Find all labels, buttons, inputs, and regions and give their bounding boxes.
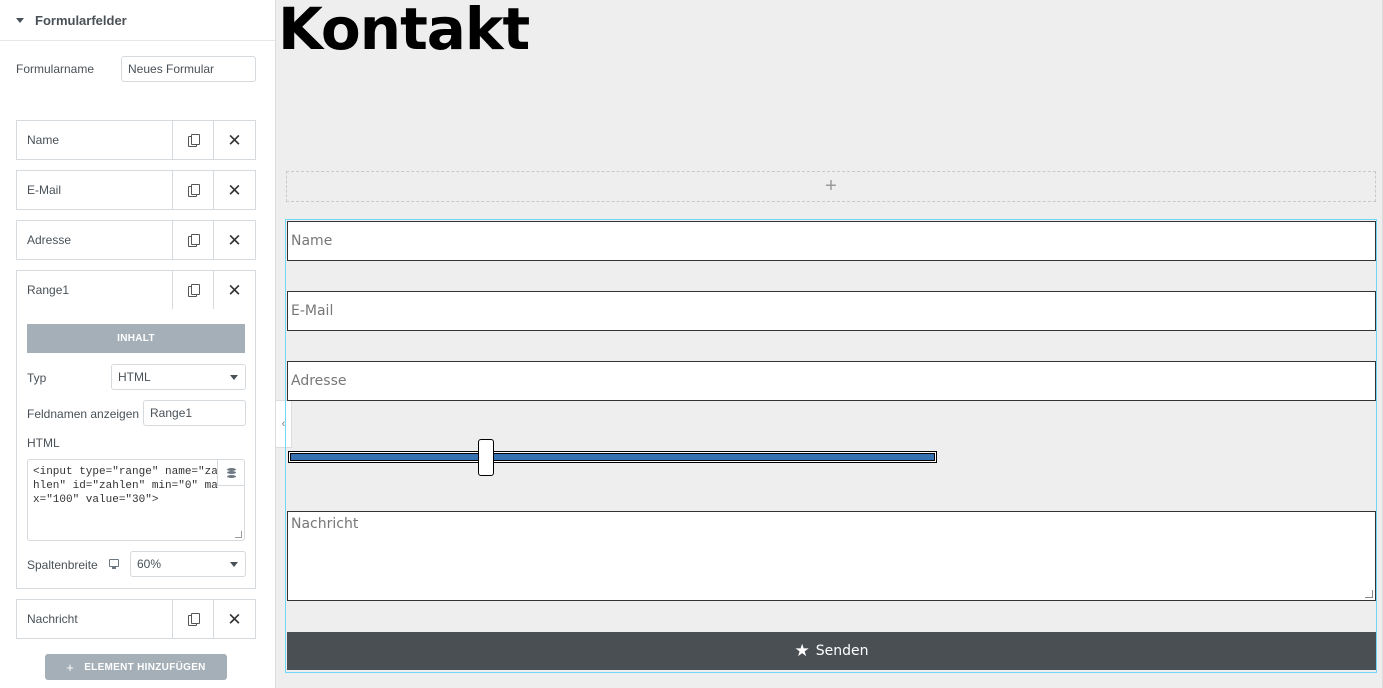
remove-button[interactable]: ✕: [214, 271, 255, 309]
duplicate-button[interactable]: [173, 221, 214, 259]
message-placeholder: Nachricht: [291, 516, 359, 532]
plus-icon: +: [66, 659, 75, 675]
remove-button[interactable]: ✕: [214, 171, 255, 209]
tab-inhalt[interactable]: INHALT: [27, 324, 245, 353]
html-code-textarea[interactable]: <input type="range" name="zahlen" id="za…: [27, 459, 245, 541]
caret-down-icon: [16, 17, 24, 23]
range-slider-thumb[interactable]: [477, 439, 494, 476]
add-element-button[interactable]: + ELEMENT HINZUFÜGEN: [45, 654, 227, 680]
field-item-nachricht[interactable]: Nachricht ✕: [16, 599, 256, 639]
remove-button[interactable]: ✕: [214, 600, 255, 638]
remove-button[interactable]: ✕: [214, 221, 255, 259]
type-select-value: HTML: [118, 370, 151, 384]
add-section-dropzone[interactable]: +: [286, 171, 1376, 202]
copy-icon: [187, 134, 200, 147]
remove-button[interactable]: ✕: [214, 121, 255, 159]
dynamic-tags-button[interactable]: [217, 460, 244, 486]
star-icon: ★: [794, 640, 810, 661]
database-icon: [226, 467, 236, 478]
copy-icon: [187, 184, 200, 197]
chevron-down-icon: [230, 375, 238, 380]
section-header-formularfelder[interactable]: Formularfelder: [0, 0, 275, 41]
range-slider-track[interactable]: [288, 451, 937, 463]
field-item-label[interactable]: Adresse: [17, 221, 173, 259]
contact-form: Name E-Mail Adresse Nachricht ★ Senden: [285, 219, 1377, 673]
message-textarea[interactable]: Nachricht: [287, 511, 1376, 601]
close-icon: ✕: [227, 180, 242, 200]
field-item-label[interactable]: Range1: [17, 271, 173, 309]
field-item-label[interactable]: E-Mail: [17, 171, 173, 209]
plus-icon: +: [825, 175, 837, 197]
name-input[interactable]: Name: [287, 221, 1376, 261]
field-settings-panel: INHALT Typ HTML Feldnamen anzeigen Range…: [16, 309, 256, 589]
column-width-label: Spaltenbreite: [27, 558, 98, 572]
field-item-email[interactable]: E-Mail ✕: [16, 170, 256, 210]
field-item-range1[interactable]: Range1 ✕: [16, 270, 256, 310]
send-button[interactable]: ★ Senden: [287, 632, 1376, 670]
address-input[interactable]: Adresse: [287, 361, 1376, 401]
duplicate-button[interactable]: [173, 271, 214, 309]
section-title: Formularfelder: [35, 12, 127, 28]
column-width-select[interactable]: 60%: [130, 551, 246, 577]
html-code-text[interactable]: <input type="range" name="zahlen" id="za…: [33, 465, 218, 507]
copy-icon: [187, 284, 200, 297]
copy-icon: [187, 234, 200, 247]
close-icon: ✕: [227, 230, 242, 250]
resize-handle-icon[interactable]: [235, 531, 242, 538]
chevron-down-icon: [230, 562, 238, 567]
page-title: Kontakt: [278, 0, 530, 63]
email-input[interactable]: E-Mail: [287, 291, 1376, 331]
send-button-label: Senden: [815, 643, 869, 659]
field-item-label[interactable]: Name: [17, 121, 173, 159]
editor-sidebar: Formularfelder Formularname Neues Formul…: [0, 0, 276, 688]
field-item-name[interactable]: Name ✕: [16, 120, 256, 160]
column-width-value: 60%: [137, 557, 162, 571]
close-icon: ✕: [227, 609, 242, 629]
duplicate-button[interactable]: [173, 600, 214, 638]
duplicate-button[interactable]: [173, 121, 214, 159]
form-name-input[interactable]: Neues Formular: [121, 56, 256, 82]
form-name-row: Formularname Neues Formular: [16, 56, 256, 82]
show-name-label: Feldnamen anzeigen: [27, 407, 140, 421]
copy-icon: [187, 613, 200, 626]
form-name-label: Formularname: [16, 62, 95, 76]
html-label: HTML: [27, 436, 60, 450]
close-icon: ✕: [227, 280, 242, 300]
type-label: Typ: [27, 371, 47, 385]
field-item-label[interactable]: Nachricht: [17, 600, 173, 638]
resize-handle-icon[interactable]: [1365, 590, 1373, 598]
desktop-monitor-icon[interactable]: [109, 559, 119, 569]
range-slider-fill: [290, 453, 935, 461]
field-item-adresse[interactable]: Adresse ✕: [16, 220, 256, 260]
type-select[interactable]: HTML: [111, 364, 246, 390]
close-icon: ✕: [227, 130, 242, 150]
add-element-label: ELEMENT HINZUFÜGEN: [84, 661, 206, 673]
duplicate-button[interactable]: [173, 171, 214, 209]
show-name-input[interactable]: Range1: [143, 400, 246, 426]
